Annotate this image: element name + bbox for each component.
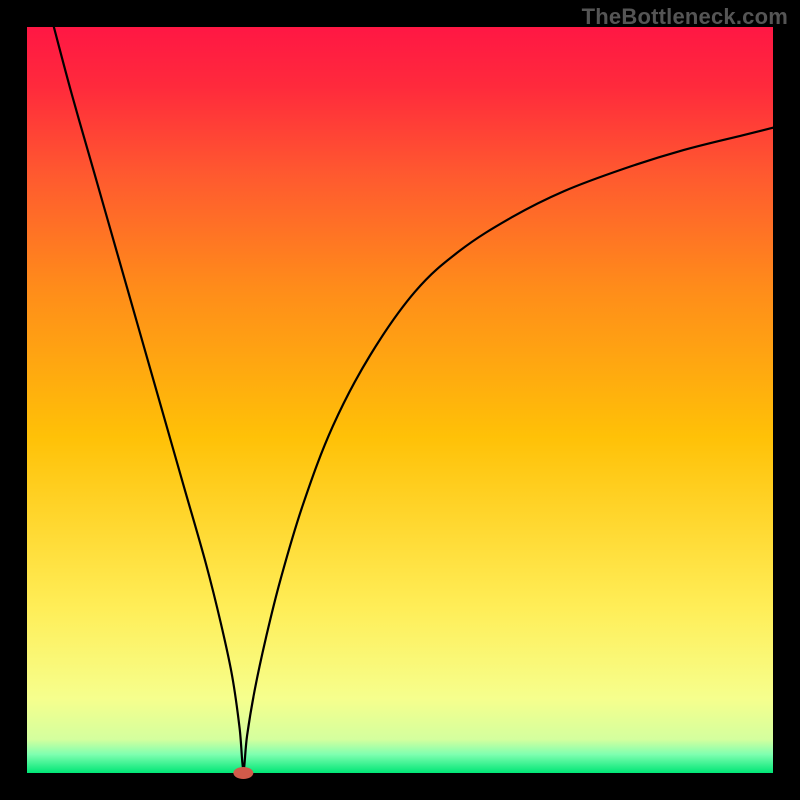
watermark-label: TheBottleneck.com bbox=[582, 4, 788, 30]
optimum-marker bbox=[233, 767, 253, 779]
chart-plot-area bbox=[27, 27, 773, 773]
chart-svg bbox=[0, 0, 800, 800]
bottleneck-chart: TheBottleneck.com bbox=[0, 0, 800, 800]
